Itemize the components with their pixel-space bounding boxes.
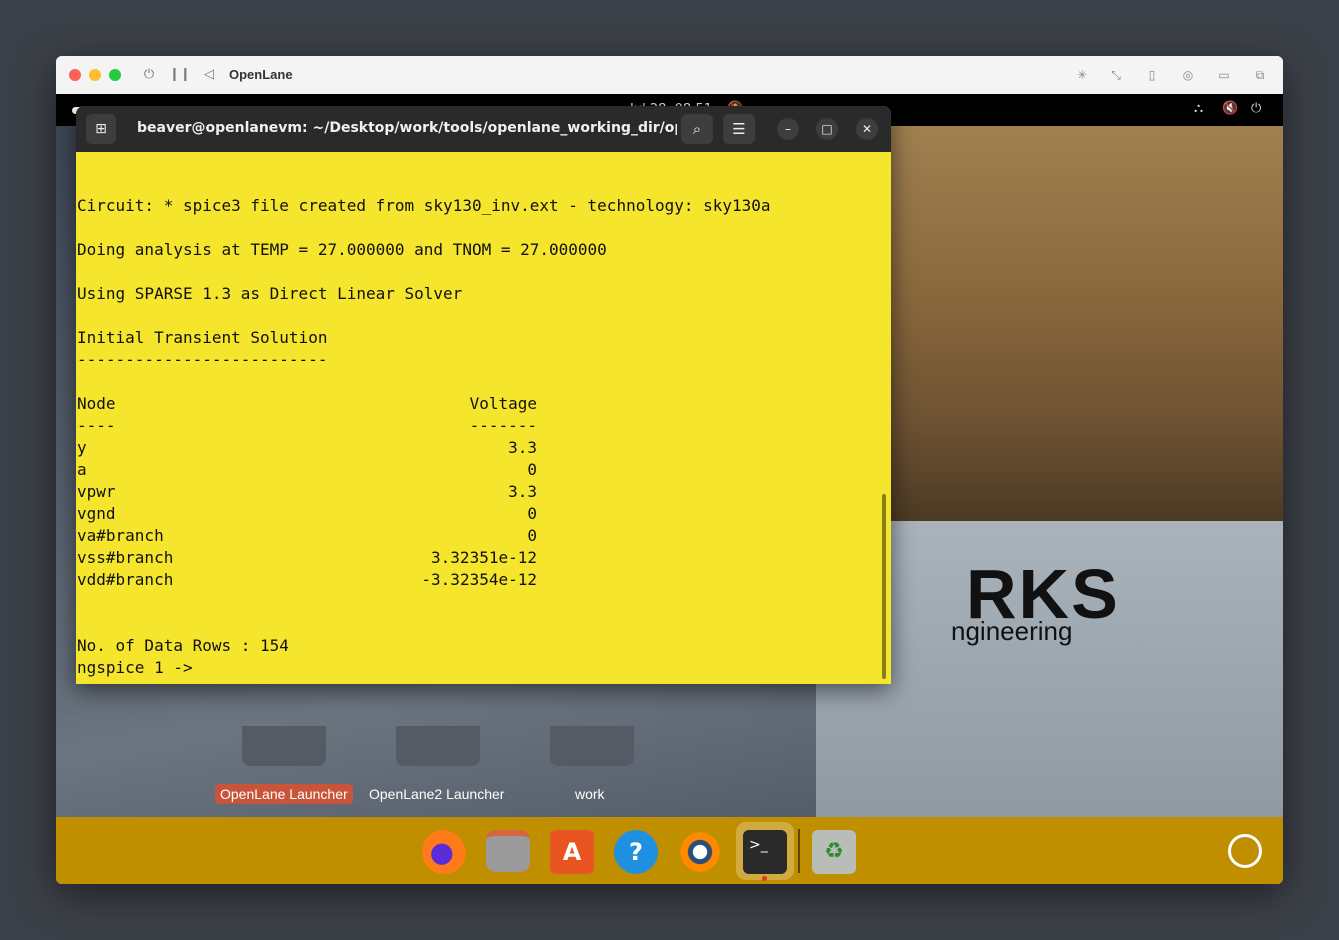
windows-icon[interactable]: ⧉ xyxy=(1249,65,1271,85)
table-row-node: vdd#branch xyxy=(77,570,174,589)
app-center-icon[interactable]: A xyxy=(550,830,594,874)
column-separator-voltage: ------- xyxy=(469,416,537,435)
pause-icon[interactable]: ❙❙ xyxy=(169,65,191,85)
menu-icon[interactable]: ☰ xyxy=(723,114,755,144)
output-line: Initial Transient Solution xyxy=(77,328,328,347)
vm-window: ⏻ ❙❙ ◁ OpenLane ✳ ⤡ ▯ ◎ ▭ ⧉ Jul 28 08:51… xyxy=(56,56,1283,884)
table-row-voltage: 3.3 xyxy=(508,482,537,501)
column-separator-node: ---- xyxy=(77,416,116,435)
work-folder-icon[interactable] xyxy=(550,726,634,766)
terminal-title: beaver@openlanevm: ~/Desktop/work/tools/… xyxy=(137,120,677,136)
column-header-voltage: Voltage xyxy=(469,394,537,413)
output-rule: -------------------------- xyxy=(77,350,328,369)
terminal-icon[interactable]: >_ xyxy=(743,830,787,874)
maximize-icon[interactable]: □ xyxy=(816,118,838,140)
guest-screen: Jul 28 08:51 🔕 ⛬ 🔇 ⏻ RKS ngineering Open… xyxy=(56,94,1283,884)
minimize-window-button[interactable] xyxy=(89,69,101,81)
trash-icon[interactable]: ♻ xyxy=(812,830,856,874)
openlane-launcher-icon[interactable] xyxy=(242,726,326,766)
back-icon[interactable]: ◁ xyxy=(199,65,219,85)
usb-icon[interactable]: ▯ xyxy=(1141,65,1163,85)
openlane2-launcher-icon[interactable] xyxy=(396,726,480,766)
show-apps-icon[interactable] xyxy=(1228,834,1262,868)
minimize-icon[interactable]: – xyxy=(777,118,799,140)
table-row-node: y xyxy=(77,438,87,457)
terminal-headerbar[interactable]: ⊞ beaver@openlanevm: ~/Desktop/work/tool… xyxy=(76,106,891,152)
column-header-node: Node xyxy=(77,394,116,413)
power-menu-icon[interactable]: ⏻ xyxy=(1251,101,1261,116)
desktop-icon-label[interactable]: OpenLane2 Launcher xyxy=(364,784,509,804)
volume-muted-icon[interactable]: 🔇 xyxy=(1222,101,1238,116)
table-row-node: vgnd xyxy=(77,504,116,523)
table-row-node: va#branch xyxy=(77,526,164,545)
wallpaper-photo xyxy=(890,126,1283,521)
table-row-voltage: 3.3 xyxy=(508,438,537,457)
files-icon[interactable] xyxy=(486,830,530,872)
output-line: No. of Data Rows : 154 xyxy=(77,636,289,655)
command-prompt[interactable]: ngspice 1 -> xyxy=(77,658,193,678)
vm-title: OpenLane xyxy=(229,67,293,82)
desktop-icon-label[interactable]: OpenLane Launcher xyxy=(215,784,353,804)
dock-separator xyxy=(798,829,800,873)
power-icon[interactable]: ⏻ xyxy=(139,65,159,85)
dock: A ? >_ ♻ xyxy=(56,817,1283,884)
resize-icon[interactable]: ⤡ xyxy=(1105,65,1127,85)
output-line: Using SPARSE 1.3 as Direct Linear Solver xyxy=(77,284,463,303)
vm-titlebar: ⏻ ❙❙ ◁ OpenLane ✳ ⤡ ▯ ◎ ▭ ⧉ xyxy=(56,56,1283,95)
table-row-voltage: 0 xyxy=(527,526,537,545)
table-row-node: a xyxy=(77,460,87,479)
terminal-scrollbar[interactable] xyxy=(882,494,886,679)
table-row-node: vpwr xyxy=(77,482,116,501)
firefox-icon[interactable] xyxy=(422,830,466,874)
output-line: Doing analysis at TEMP = 27.000000 and T… xyxy=(77,240,607,259)
wallpaper-sub-text: ngineering xyxy=(951,616,1073,646)
close-icon[interactable]: ✕ xyxy=(856,118,878,140)
brightness-icon[interactable]: ✳ xyxy=(1071,65,1093,85)
table-row-voltage: -3.32354e-12 xyxy=(421,570,537,589)
table-row-node: vss#branch xyxy=(77,548,174,567)
close-window-button[interactable] xyxy=(69,69,81,81)
help-icon[interactable]: ? xyxy=(614,830,658,874)
camera-icon[interactable]: ◎ xyxy=(1177,65,1199,85)
table-row-voltage: 3.32351e-12 xyxy=(431,548,537,567)
search-icon[interactable]: ⌕ xyxy=(681,114,713,144)
output-line: Circuit: * spice3 file created from sky1… xyxy=(77,196,771,215)
new-tab-icon[interactable]: ⊞ xyxy=(86,114,116,144)
zoom-window-button[interactable] xyxy=(109,69,121,81)
blender-icon[interactable] xyxy=(678,830,722,874)
table-row-voltage: 0 xyxy=(527,460,537,479)
folder-share-icon[interactable]: ▭ xyxy=(1213,65,1235,85)
running-indicator xyxy=(762,876,767,881)
table-row-voltage: 0 xyxy=(527,504,537,523)
terminal-output[interactable]: Circuit: * spice3 file created from sky1… xyxy=(77,152,877,684)
terminal-window[interactable]: ⊞ beaver@openlanevm: ~/Desktop/work/tool… xyxy=(76,106,891,684)
network-icon[interactable]: ⛬ xyxy=(1194,101,1203,116)
desktop-icon-label[interactable]: work xyxy=(570,784,610,804)
